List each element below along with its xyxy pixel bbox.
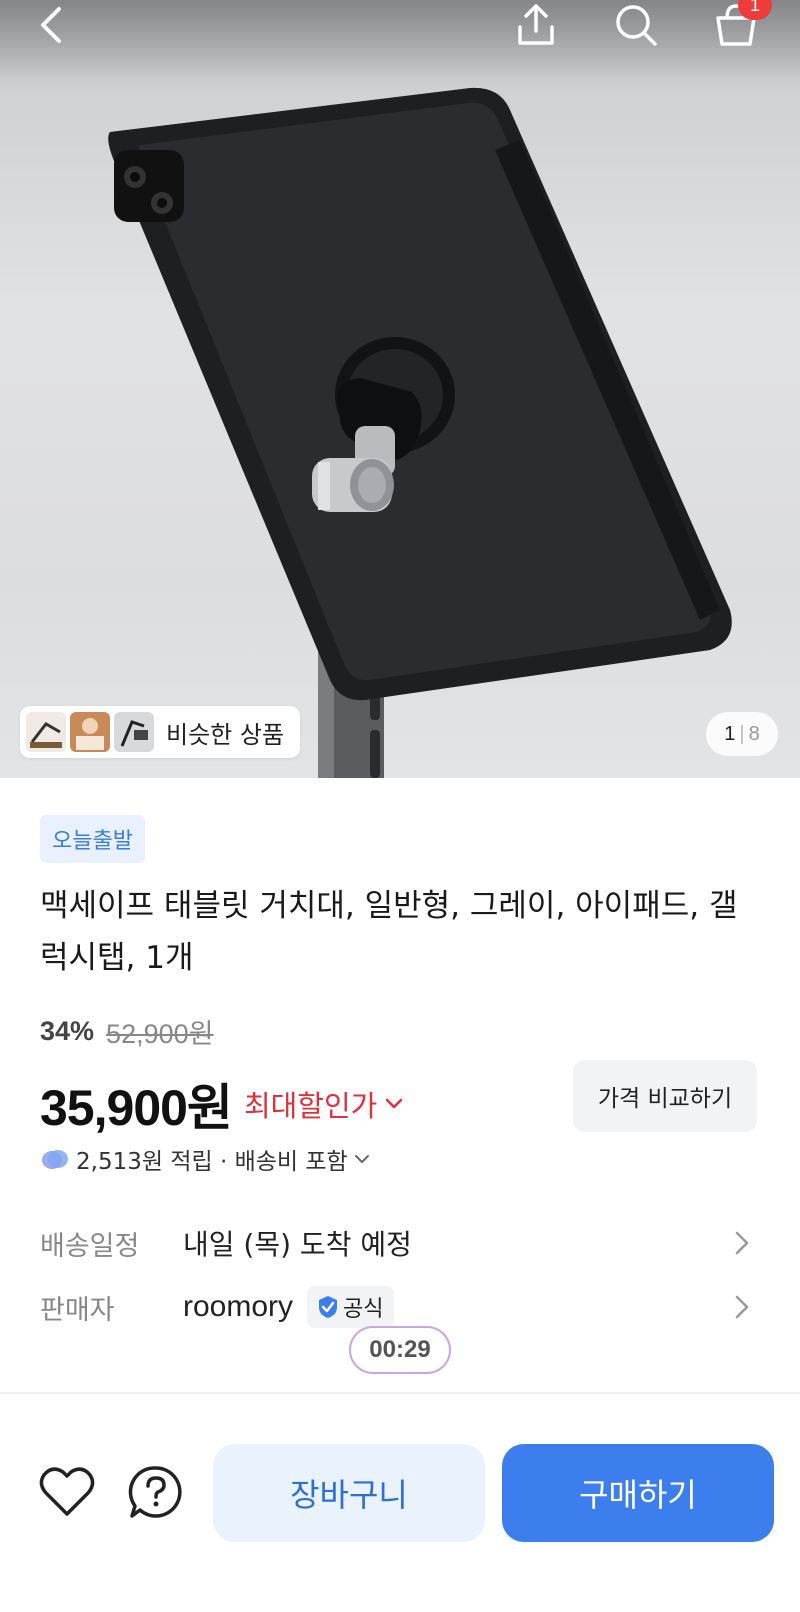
chevron-left-icon: [41, 7, 61, 43]
discount-rate: 34%: [40, 1016, 95, 1046]
add-to-cart-button[interactable]: 장바구니: [213, 1444, 485, 1542]
seller-name: roomory: [183, 1290, 294, 1323]
delivery-schedule-label: 배송일정: [40, 1230, 140, 1262]
share-icon: [518, 4, 554, 45]
chevron-down-icon: [354, 1155, 369, 1163]
points-coin-icon: [42, 1150, 68, 1169]
back-button[interactable]: [22, 0, 82, 50]
share-button[interactable]: [506, 0, 566, 50]
page-total: 8: [748, 722, 760, 745]
sale-price: 35,900원: [40, 1080, 233, 1136]
search-button[interactable]: [606, 0, 666, 50]
page-separator: |: [739, 722, 745, 745]
seller-label: 판매자: [40, 1294, 115, 1326]
image-page-counter: 1 | 8: [706, 712, 778, 756]
official-seller-badge: 공식: [307, 1286, 394, 1328]
countdown-timer: 00:29: [349, 1326, 451, 1374]
product-title: 맥세이프 태블릿 거치대, 일반형, 그레이, 아이패드, 갤럭시탭, 1개: [40, 888, 738, 976]
chevron-down-icon: [386, 1098, 403, 1109]
price-row: 35,900원 최대할인가: [40, 1068, 403, 1140]
heart-icon: [39, 1467, 95, 1516]
bottom-divider: [0, 1392, 800, 1394]
price-compare-button[interactable]: 가격 비교하기: [573, 1060, 757, 1132]
hero-top-shade: [0, 0, 800, 90]
chevron-right-icon: [735, 1295, 749, 1319]
question-icon: [128, 1466, 182, 1518]
product-image-gallery[interactable]: 1 비슷한 상품 1 | 8: [0, 0, 800, 778]
verified-check-icon: [319, 1296, 338, 1318]
chevron-right-icon: [735, 1231, 749, 1255]
buy-now-button[interactable]: 구매하기: [502, 1444, 774, 1542]
similar-thumb-1: [26, 712, 66, 752]
original-price: 52,900원: [106, 1019, 214, 1049]
max-discount-dropdown[interactable]: 최대할인가: [244, 1083, 403, 1125]
seller-row[interactable]: 판매자 roomory 공식: [40, 1282, 760, 1332]
discount-row: 34% 52,900원: [40, 1012, 213, 1051]
page-current: 1: [724, 722, 736, 745]
official-badge-label: 공식: [343, 1297, 384, 1322]
similar-thumb-2: [70, 712, 110, 752]
inquiry-button[interactable]: [128, 1464, 184, 1520]
delivery-schedule-row[interactable]: 배송일정 내일 (목) 도착 예정: [40, 1218, 760, 1268]
search-icon: [616, 5, 657, 46]
similar-products-button[interactable]: 비슷한 상품: [20, 706, 300, 758]
points-and-shipping[interactable]: 2,513원 적립 · 배송비 포함: [40, 1142, 370, 1176]
same-day-shipping-badge: 오늘출발: [40, 815, 145, 863]
max-discount-label: 최대할인가: [243, 1089, 378, 1123]
similar-thumb-3: [114, 712, 154, 752]
product-image: [108, 87, 732, 778]
similar-products-label: 비슷한 상품: [166, 720, 285, 749]
wishlist-button[interactable]: [38, 1466, 96, 1518]
points-text: 2,513원 적립 · 배송비 포함: [76, 1149, 348, 1175]
delivery-schedule-value: 내일 (목) 도착 예정: [183, 1228, 412, 1261]
